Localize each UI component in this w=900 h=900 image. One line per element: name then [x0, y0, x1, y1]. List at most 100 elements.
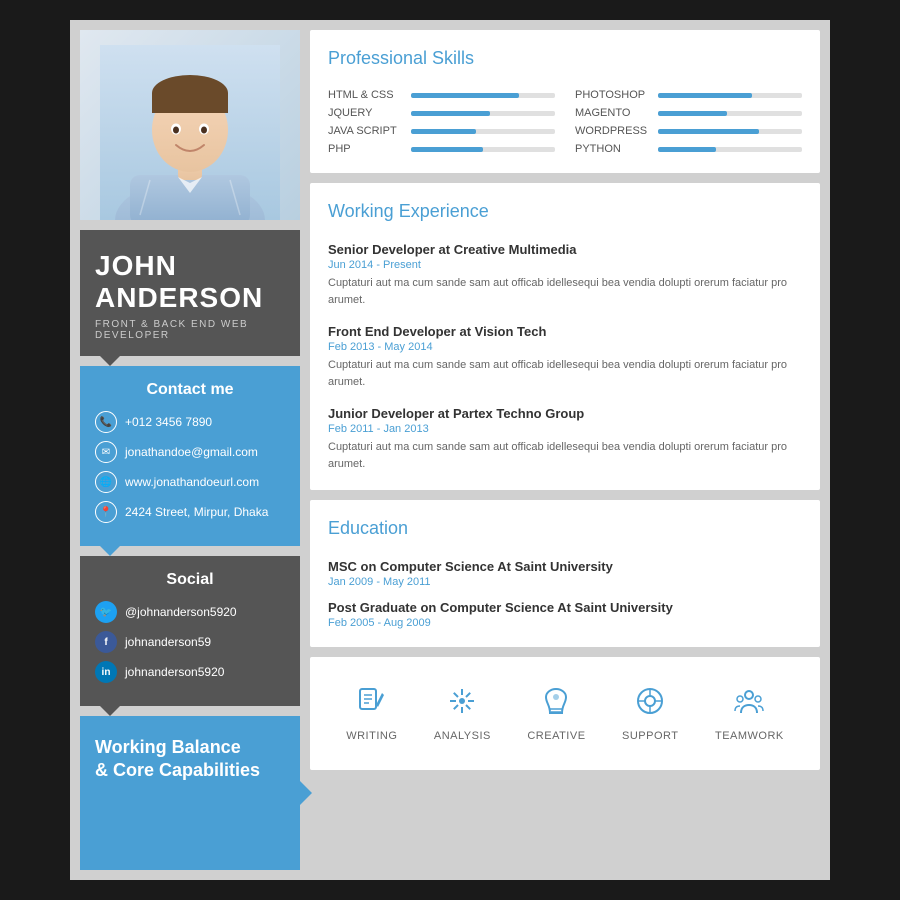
skills-card: Professional Skills HTML & CSS PHOTOSHOP…	[310, 30, 820, 173]
twitter-icon: 🐦	[95, 601, 117, 623]
person-title: FRONT & BACK END WEB DEVELOPER	[95, 319, 285, 341]
experience-card: Working Experience Senior Developer at C…	[310, 183, 820, 490]
skill-row-left: JAVA SCRIPT	[328, 125, 555, 137]
skill-bar-bg	[411, 111, 555, 116]
skill-name: HTML & CSS	[328, 89, 403, 101]
social-facebook: f johnanderson59	[95, 631, 285, 653]
skill-row-left: PHP	[328, 143, 555, 155]
globe-icon: 🌐	[95, 471, 117, 493]
skill-bar-fill	[658, 129, 759, 134]
first-name: JOHN	[95, 250, 285, 282]
experience-item: Junior Developer at Partex Techno Group …	[328, 406, 802, 472]
experience-item: Front End Developer at Vision Tech Feb 2…	[328, 324, 802, 390]
social-twitter: 🐦 @johnanderson5920	[95, 601, 285, 623]
edu-degree: Post Graduate on Computer Science At Sai…	[328, 600, 802, 615]
support-icon	[634, 685, 666, 724]
capabilities-title: Working Balance & Core Capabilities	[95, 736, 285, 783]
exp-date: Jun 2014 - Present	[328, 259, 802, 271]
contact-address: 📍 2424 Street, Mirpur, Dhaka	[95, 501, 285, 523]
skill-name: PYTHON	[575, 143, 650, 155]
capabilities-box: Working Balance & Core Capabilities	[80, 716, 300, 870]
contact-title: Contact me	[95, 381, 285, 399]
exp-job-title: Front End Developer at Vision Tech	[328, 324, 802, 339]
skill-bar-fill	[411, 147, 483, 152]
skill-bar-bg	[411, 93, 555, 98]
right-column: Professional Skills HTML & CSS PHOTOSHOP…	[310, 30, 820, 870]
skill-row-right: PHOTOSHOP	[575, 89, 802, 101]
edu-date: Jan 2009 - May 2011	[328, 576, 802, 588]
experience-title: Working Experience	[328, 201, 802, 228]
skills-title: Professional Skills	[328, 48, 802, 75]
skills-grid: HTML & CSS PHOTOSHOP JQUERY MAGENTO JAVA…	[328, 89, 802, 155]
capabilities-icons-card: WRITING ANALYSIS CREATIVE SUPPORT TEAMWO…	[310, 657, 820, 770]
teamwork-icon	[733, 685, 765, 724]
contact-phone: 📞 +012 3456 7890	[95, 411, 285, 433]
skill-bar-bg	[411, 147, 555, 152]
email-icon: ✉	[95, 441, 117, 463]
skill-row-left: HTML & CSS	[328, 89, 555, 101]
skill-bar-fill	[658, 147, 716, 152]
education-item: MSC on Computer Science At Saint Univers…	[328, 559, 802, 588]
skill-bar-bg	[658, 129, 802, 134]
social-title: Social	[95, 571, 285, 589]
creative-icon	[540, 685, 572, 724]
edu-degree: MSC on Computer Science At Saint Univers…	[328, 559, 802, 574]
skill-bar-bg	[658, 93, 802, 98]
linkedin-icon: in	[95, 661, 117, 683]
skill-bar-fill	[411, 93, 519, 98]
experience-item: Senior Developer at Creative Multimedia …	[328, 242, 802, 308]
analysis-icon	[446, 685, 478, 724]
social-box: Social 🐦 @johnanderson5920 f johnanderso…	[80, 556, 300, 706]
cap-icon-label: SUPPORT	[622, 730, 678, 742]
photo-box	[80, 30, 300, 220]
cap-icon-label: TEAMWORK	[715, 730, 784, 742]
skill-name: MAGENTO	[575, 107, 650, 119]
capability-writing: WRITING	[346, 685, 397, 742]
skill-bar-bg	[411, 129, 555, 134]
exp-date: Feb 2013 - May 2014	[328, 341, 802, 353]
location-icon: 📍	[95, 501, 117, 523]
exp-desc: Cuptaturi aut ma cum sande sam aut offic…	[328, 275, 802, 308]
exp-job-title: Senior Developer at Creative Multimedia	[328, 242, 802, 257]
education-title: Education	[328, 518, 802, 545]
skill-row-right: WORDPRESS	[575, 125, 802, 137]
resume-wrapper: JOHN ANDERSON FRONT & BACK END WEB DEVEL…	[70, 20, 830, 880]
skill-name: PHOTOSHOP	[575, 89, 650, 101]
education-list: MSC on Computer Science At Saint Univers…	[328, 559, 802, 629]
skill-name: WORDPRESS	[575, 125, 650, 137]
skill-row-left: JQUERY	[328, 107, 555, 119]
skill-row-right: PYTHON	[575, 143, 802, 155]
contact-website: 🌐 www.jonathandoeurl.com	[95, 471, 285, 493]
skill-bar-fill	[411, 129, 476, 134]
skill-bar-fill	[658, 111, 727, 116]
name-box: JOHN ANDERSON FRONT & BACK END WEB DEVEL…	[80, 230, 300, 356]
skill-bar-fill	[658, 93, 752, 98]
cap-icon-label: ANALYSIS	[434, 730, 491, 742]
writing-icon	[356, 685, 388, 724]
last-name: ANDERSON	[95, 282, 285, 314]
capability-teamwork: TEAMWORK	[715, 685, 784, 742]
education-item: Post Graduate on Computer Science At Sai…	[328, 600, 802, 629]
skill-name: JAVA SCRIPT	[328, 125, 403, 137]
cap-icon-label: WRITING	[346, 730, 397, 742]
education-card: Education MSC on Computer Science At Sai…	[310, 500, 820, 647]
experience-list: Senior Developer at Creative Multimedia …	[328, 242, 802, 472]
skill-row-right: MAGENTO	[575, 107, 802, 119]
cap-icon-label: CREATIVE	[527, 730, 585, 742]
capability-creative: CREATIVE	[527, 685, 585, 742]
edu-date: Feb 2005 - Aug 2009	[328, 617, 802, 629]
exp-desc: Cuptaturi aut ma cum sande sam aut offic…	[328, 439, 802, 472]
contact-box: Contact me 📞 +012 3456 7890 ✉ jonathando…	[80, 366, 300, 546]
exp-job-title: Junior Developer at Partex Techno Group	[328, 406, 802, 421]
skill-bar-bg	[658, 111, 802, 116]
capability-support: SUPPORT	[622, 685, 678, 742]
exp-date: Feb 2011 - Jan 2013	[328, 423, 802, 435]
capability-analysis: ANALYSIS	[434, 685, 491, 742]
skill-bar-bg	[658, 147, 802, 152]
skill-bar-fill	[411, 111, 490, 116]
left-column: JOHN ANDERSON FRONT & BACK END WEB DEVEL…	[80, 30, 300, 870]
phone-icon: 📞	[95, 411, 117, 433]
person-photo	[100, 45, 280, 220]
social-linkedin: in johnanderson5920	[95, 661, 285, 683]
capabilities-icons-row: WRITING ANALYSIS CREATIVE SUPPORT TEAMWO…	[328, 675, 802, 752]
